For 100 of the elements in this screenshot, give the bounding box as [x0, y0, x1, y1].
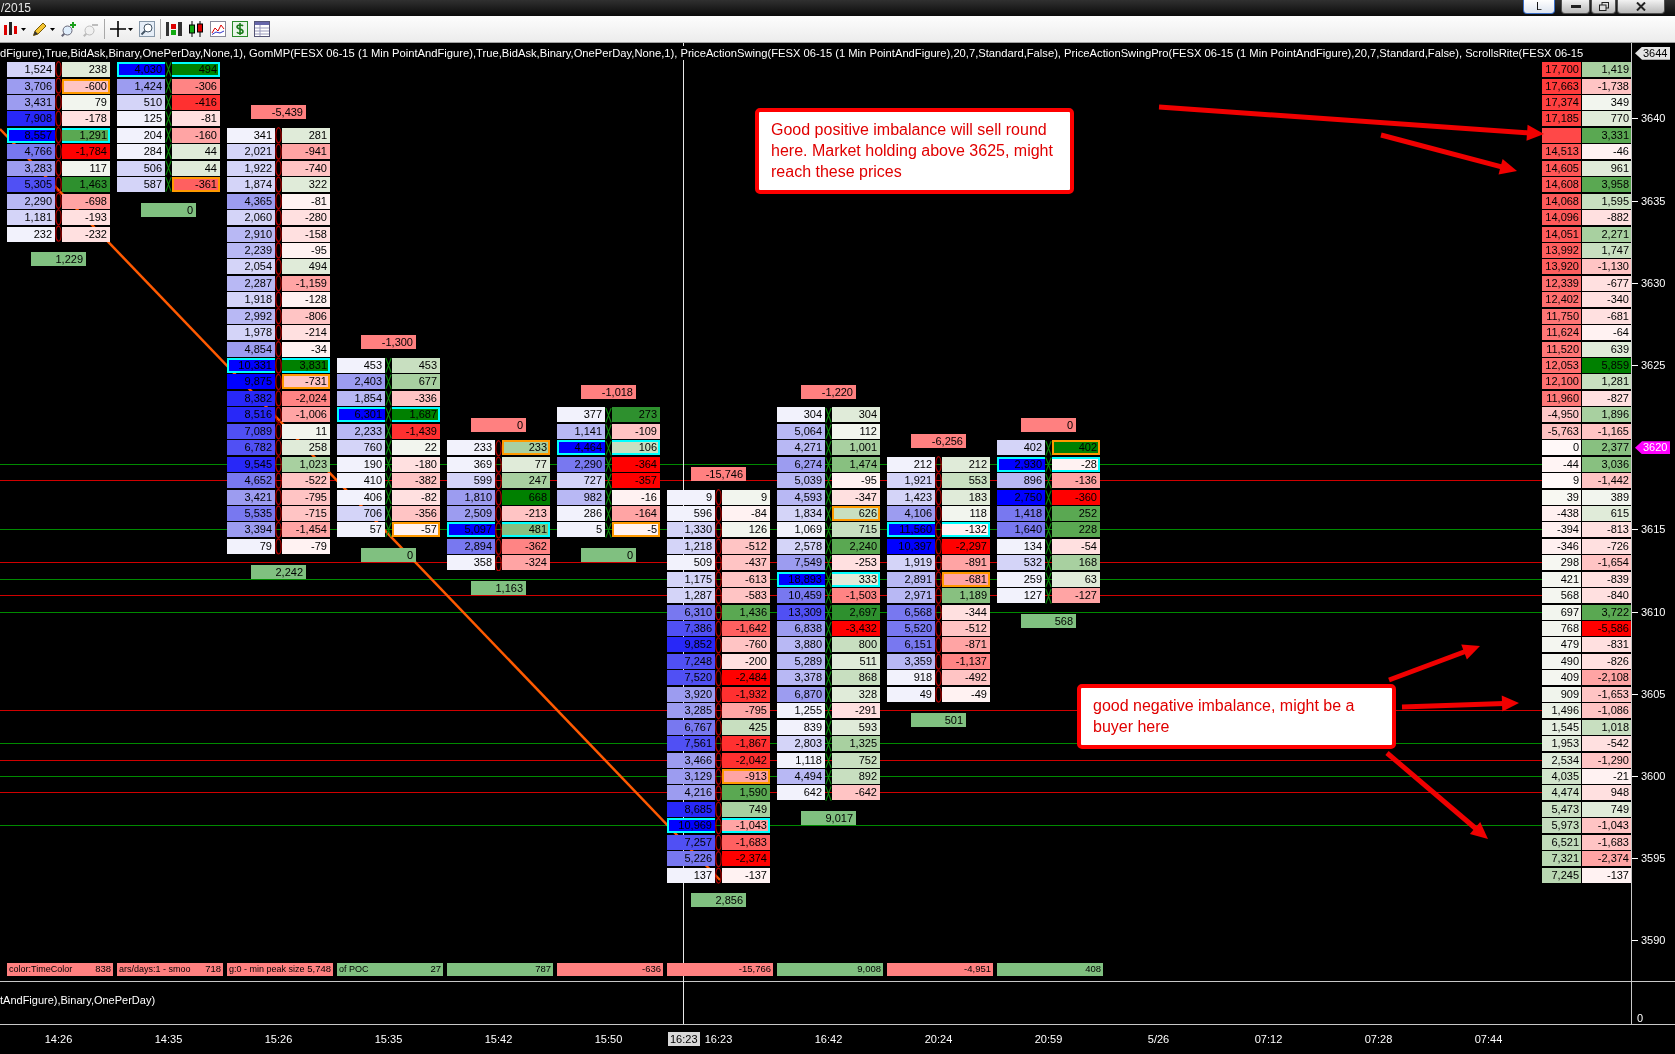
footprint-cell: -180	[392, 456, 440, 472]
minimize-button[interactable]	[1561, 0, 1590, 14]
footprint-cell: 410	[337, 473, 385, 489]
price-label: 3610	[1641, 605, 1666, 619]
footprint-cell: 137	[667, 867, 715, 883]
footprint-cell: 377	[557, 407, 605, 423]
time-label: 5/26	[1147, 1033, 1170, 1046]
footprint-cell: 252	[1052, 505, 1100, 521]
summary-value: -15,766	[738, 963, 771, 976]
window-button[interactable]: L	[1523, 0, 1555, 14]
footprint-cell: -1,439	[392, 423, 440, 439]
profile-cell: 14,608	[1542, 177, 1581, 193]
caret-icon	[50, 27, 55, 31]
footprint-cell: 1,118	[777, 752, 825, 768]
footprint-cell: -128	[282, 292, 330, 308]
profile-cell: 13,992	[1542, 242, 1581, 258]
footprint-cell: 7,257	[667, 834, 715, 850]
profile-cell: -2,108	[1582, 670, 1631, 686]
footprint-cell: 204	[117, 127, 165, 143]
oval-chain-icon	[715, 488, 722, 884]
footprint-cell: -193	[62, 210, 110, 226]
profile-cell: 909	[1542, 686, 1581, 702]
profile-cell: 9	[1542, 473, 1581, 489]
profile-cell: 1,953	[1542, 736, 1581, 752]
footprint-cell: 3,285	[667, 703, 715, 719]
profile-cell: -826	[1582, 653, 1631, 669]
footprint-cell: 2,021	[227, 144, 275, 160]
cross-chain-icon	[165, 61, 172, 194]
footprint-cell: 2,803	[777, 736, 825, 752]
footprint-cell: 1,921	[887, 473, 935, 489]
footprint-cell: 511	[832, 653, 880, 669]
summary-value: -636	[642, 963, 661, 976]
delta-label: -1,220	[801, 384, 856, 399]
footprint-cell: 11	[282, 423, 330, 439]
price-label: 3635	[1641, 194, 1666, 208]
footprint-cell: -681	[942, 571, 990, 587]
footprint-cell: 1,918	[227, 292, 275, 308]
footprint-cell: 118	[942, 505, 990, 521]
crosshair-time-label: 16:23	[668, 1032, 700, 1046]
footprint-cell: -740	[282, 160, 330, 176]
profile-cell: 5,859	[1582, 358, 1631, 374]
footprint-cell: 3,359	[887, 653, 935, 669]
footprint-cell: 79	[227, 538, 275, 554]
footprint-cell: 2,060	[227, 210, 275, 226]
restore-button[interactable]	[1591, 0, 1616, 14]
footprint-cell: 1,436	[722, 604, 770, 620]
profile-cell: 1,018	[1582, 719, 1631, 735]
footprint-cell: 106	[612, 440, 660, 456]
footprint-cell: 868	[832, 670, 880, 686]
footprint-cell: 1,640	[997, 522, 1045, 538]
footprint-cell: -291	[832, 703, 880, 719]
footprint-cell: -137	[722, 867, 770, 883]
footprint-cell: -280	[282, 210, 330, 226]
footprint-cell: -1,867	[722, 736, 770, 752]
footprint-cell: 494	[172, 62, 220, 78]
footprint-cell: 5,064	[777, 423, 825, 439]
summary-value: 9,008	[857, 963, 881, 976]
footprint-cell: -214	[282, 325, 330, 341]
time-label: 15:35	[374, 1033, 403, 1046]
footprint-cell: 232	[7, 226, 55, 242]
footprint-cell: -437	[722, 555, 770, 571]
footprint-cell: 9	[667, 489, 715, 505]
footprint-cell: -492	[942, 670, 990, 686]
footprint-cell: 532	[997, 555, 1045, 571]
footprint-cell: -3,432	[832, 621, 880, 637]
profile-cell: 17,374	[1542, 95, 1581, 111]
footprint-cell: 2,239	[227, 242, 275, 258]
footprint-cell: 3,831	[282, 358, 330, 374]
footprint-cell: 553	[942, 473, 990, 489]
toolbar-button[interactable]	[107, 18, 136, 40]
footprint-cell: 749	[722, 801, 770, 817]
profile-cell: -394	[1542, 522, 1581, 538]
footprint-cell: 284	[117, 144, 165, 160]
delta-label: -1,300	[361, 335, 416, 350]
footprint-cell: -1,932	[722, 686, 770, 702]
footprint-cell: 8,382	[227, 390, 275, 406]
footprint-cell: 727	[557, 473, 605, 489]
footprint-cell: -127	[1052, 588, 1100, 604]
footprint-cell: -1,159	[282, 275, 330, 291]
close-button[interactable]	[1617, 0, 1665, 14]
footprint-cell: 3,706	[7, 78, 55, 94]
profile-cell: 961	[1582, 160, 1631, 176]
footprint-cell: 599	[447, 473, 495, 489]
footprint-cell: 800	[832, 637, 880, 653]
footprint-cell: -512	[722, 538, 770, 554]
price-label: 3630	[1641, 276, 1666, 290]
profile-cell: 7,245	[1542, 867, 1581, 883]
time-label: 16:23	[704, 1033, 733, 1046]
footprint-cell: 1,255	[777, 703, 825, 719]
profile-cell: 5,473	[1542, 801, 1581, 817]
indicator-legend: g:0 - min peak size	[229, 963, 305, 976]
footprint-cell: 1,424	[117, 78, 165, 94]
footprint-cell: -253	[832, 555, 880, 571]
footprint-cell: -362	[502, 538, 550, 554]
footprint-cell: 369	[447, 456, 495, 472]
footprint-cell: 1,524	[7, 62, 55, 78]
caret-icon	[21, 27, 26, 31]
footprint-cell: -306	[172, 78, 220, 94]
footprint-cell: 5,289	[777, 653, 825, 669]
footprint-cell: -164	[612, 505, 660, 521]
